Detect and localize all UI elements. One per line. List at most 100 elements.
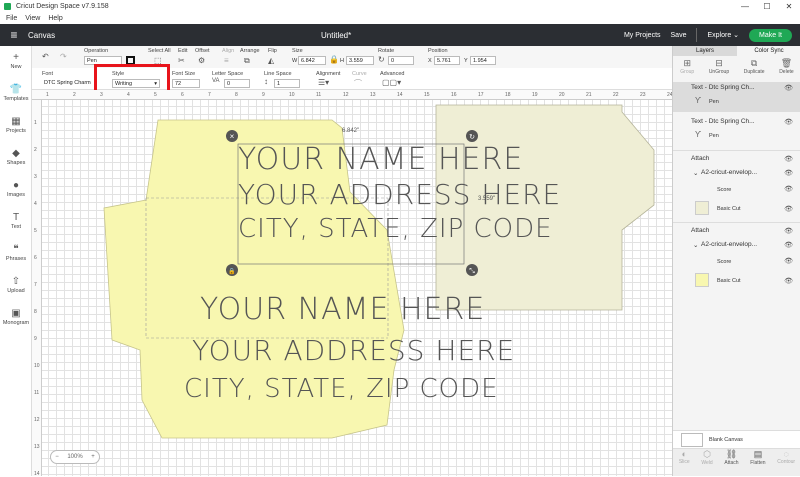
undo-icon[interactable]: ↶ <box>42 52 49 61</box>
design-canvas[interactable]: × ↻ 🔒 ⤡ 6.842" 3.559" YOUR NAME HERE YOU… <box>32 90 672 476</box>
width-field[interactable]: 6.842 <box>298 56 326 65</box>
line-space-label: Line Space <box>264 71 292 77</box>
sidebar-label: Phrases <box>5 256 27 262</box>
make-it-button[interactable]: Make It <box>749 28 792 42</box>
tab-color-sync[interactable]: Color Sync <box>737 46 800 56</box>
layer-item[interactable]: Text - Dtc Spring Ch... 👁 Ƴ Pen <box>673 82 800 112</box>
blank-canvas-row[interactable]: Blank Canvas <box>673 430 800 448</box>
hamburger-menu-icon[interactable]: ≡ <box>0 28 28 42</box>
sidebar-label: New <box>10 64 22 70</box>
contour-button[interactable]: ◌ Contour <box>777 449 795 476</box>
sidebar-item-shapes[interactable]: ◆ Shapes <box>0 148 32 166</box>
arrange-icon[interactable]: ⧉ <box>244 56 250 66</box>
height-field[interactable]: 3.559 <box>346 56 374 65</box>
sidebar-label: Text <box>10 224 22 230</box>
tool-label: Delete <box>779 69 794 75</box>
sidebar-label: Shapes <box>6 160 26 166</box>
left-sidebar: + New 👕 Templates ▦ Projects ◆ Shapes ● Image… <box>0 46 32 476</box>
machine-select[interactable]: Explore ⌄ <box>707 31 739 39</box>
advanced-icon[interactable]: ▢▢▾ <box>382 78 401 87</box>
section-title: Canvas <box>28 30 56 40</box>
flatten-button[interactable]: ▤ Flatten <box>750 449 765 476</box>
eye-icon[interactable]: 👁 <box>784 155 793 163</box>
weld-button[interactable]: ⬡ Weld <box>701 449 712 476</box>
sidebar-item-upload[interactable]: ⇧ Upload <box>0 276 32 294</box>
sidebar-item-text[interactable]: T Text <box>0 212 32 230</box>
color-swatch[interactable] <box>695 201 709 215</box>
sidebar-label: Projects <box>6 128 26 134</box>
zoom-control[interactable]: − 100% + <box>50 450 100 464</box>
x-position-field[interactable]: 5.761 <box>434 56 460 65</box>
eye-icon[interactable]: 👁 <box>784 185 793 193</box>
align-icon[interactable]: ≡ <box>224 56 229 65</box>
width-dimension: 6.842" <box>342 128 360 134</box>
close-window-button[interactable]: ✕ <box>778 0 800 13</box>
text-line: YOUR NAME HERE <box>200 292 486 327</box>
group-button[interactable]: ⊞ Group <box>680 58 694 82</box>
letter-space-field[interactable]: 0 <box>224 79 250 88</box>
y-position-field[interactable]: 1.954 <box>470 56 496 65</box>
text-line: YOUR ADDRESS HERE <box>192 334 516 367</box>
layer-item[interactable]: Text - Dtc Spring Ch... 👁 Ƴ Pen <box>673 114 800 144</box>
pen-icon: Ƴ <box>695 96 702 105</box>
text-line: CITY, STATE, ZIP CODE <box>184 374 499 404</box>
align-left-icon[interactable]: ☰▾ <box>318 78 329 87</box>
redo-icon[interactable]: ↷ <box>60 52 67 61</box>
eye-icon[interactable]: 👁 <box>784 169 793 177</box>
sidebar-label: Templates <box>3 96 29 102</box>
flip-icon[interactable]: ◭ <box>268 56 274 65</box>
ungroup-button[interactable]: ⊟ UnGroup <box>709 58 729 82</box>
tool-label: Slice <box>678 459 690 465</box>
font-size-field[interactable]: 72 <box>172 79 200 88</box>
zoom-in-button[interactable]: + <box>91 454 95 460</box>
offset-icon[interactable]: ⚙ <box>198 56 205 65</box>
zoom-out-button[interactable]: − <box>55 454 59 460</box>
subgroup-title: A2-cricut-envelop... <box>701 241 757 248</box>
sidebar-item-new[interactable]: + New <box>0 52 32 70</box>
eye-icon[interactable]: 👁 <box>784 277 793 285</box>
rotate-field[interactable]: 0 <box>388 56 414 65</box>
eye-icon[interactable]: 👁 <box>784 241 793 249</box>
maximize-button[interactable]: ☐ <box>756 0 778 13</box>
eye-icon[interactable]: 👁 <box>784 257 793 265</box>
eye-icon[interactable]: 👁 <box>784 118 793 126</box>
attach-button[interactable]: ⛓ Attach <box>724 449 738 476</box>
group-caret-icon[interactable]: ⌄ <box>693 169 698 177</box>
curve-icon[interactable]: ⌒ <box>354 78 362 89</box>
attach-group[interactable]: Attach 👁 ⌄ A2-cricut-envelop... 👁 Score … <box>673 222 800 298</box>
duplicate-button[interactable]: ⧉ Duplicate <box>744 58 765 82</box>
ruler-tick: 9 <box>34 336 37 342</box>
attach-group[interactable]: Attach 👁 ⌄ A2-cricut-envelop... 👁 Score … <box>673 150 800 222</box>
sidebar-item-templates[interactable]: 👕 Templates <box>0 84 32 102</box>
color-swatch[interactable] <box>695 273 709 287</box>
eye-icon[interactable]: 👁 <box>784 227 793 235</box>
canvas-swatch[interactable] <box>681 433 703 447</box>
title-bar: Cricut Design Space v7.9.158 — ☐ ✕ <box>0 0 800 13</box>
eye-icon[interactable]: 👁 <box>784 84 793 92</box>
flip-label: Flip <box>268 48 277 54</box>
sidebar-item-monogram[interactable]: ▣ Monogram <box>0 308 32 326</box>
ruler-tick: 11 <box>34 390 40 396</box>
my-projects-link[interactable]: My Projects <box>624 32 661 39</box>
minimize-button[interactable]: — <box>734 0 756 13</box>
eye-icon[interactable]: 👁 <box>784 205 793 213</box>
font-select[interactable]: DTC Spring Charm <box>42 79 100 88</box>
ruler-tick: 1 <box>34 120 37 126</box>
lock-icon[interactable]: 🔒 <box>329 55 339 64</box>
sidebar-item-phrases[interactable]: ❝ Phrases <box>0 244 32 262</box>
sidebar-item-images[interactable]: ● Images <box>0 180 32 198</box>
app-header: ≡ Canvas Untitled* My Projects Save Expl… <box>0 24 800 46</box>
attach-icon: ⛓ <box>725 449 738 459</box>
menu-file[interactable]: File <box>6 15 17 22</box>
tab-layers[interactable]: Layers <box>673 46 737 56</box>
scissors-icon[interactable]: ✂ <box>178 56 185 65</box>
menu-view[interactable]: View <box>25 15 40 22</box>
slice-button[interactable]: ◐ Slice <box>679 449 690 476</box>
delete-button[interactable]: 🗑 Delete <box>779 58 793 82</box>
save-button[interactable]: Save <box>671 32 687 39</box>
font-label: Font <box>42 71 54 77</box>
sidebar-item-projects[interactable]: ▦ Projects <box>0 116 32 134</box>
line-space-field[interactable]: 1 <box>274 79 300 88</box>
menu-help[interactable]: Help <box>48 15 62 22</box>
group-caret-icon[interactable]: ⌄ <box>693 241 698 249</box>
